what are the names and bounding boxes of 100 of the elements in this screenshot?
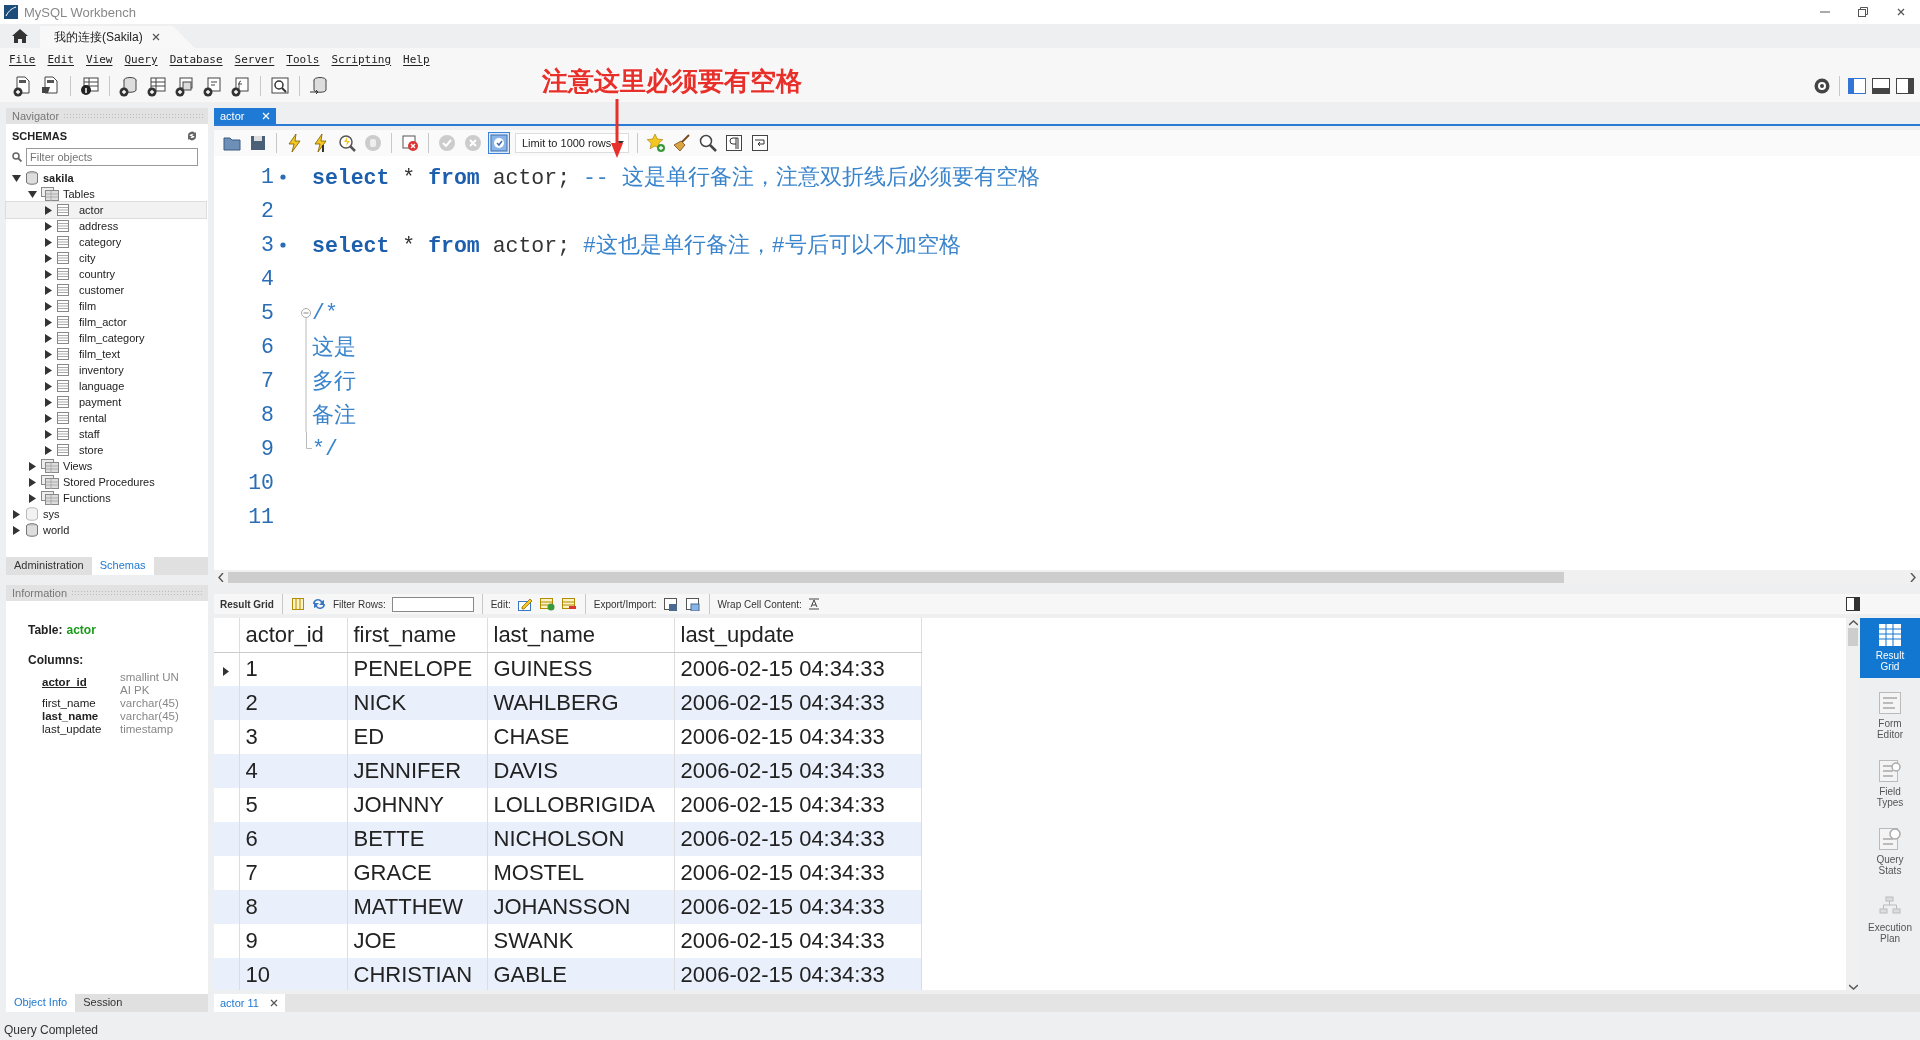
expanded-arrow-icon[interactable] xyxy=(28,189,37,199)
star-plus-icon[interactable] xyxy=(646,132,667,153)
tree-item[interactable]: film_actor xyxy=(6,314,206,330)
scroll-down-icon[interactable] xyxy=(1848,984,1858,991)
panel-toggle-icon[interactable] xyxy=(1846,597,1860,612)
side-panel-item[interactable]: Form Editor xyxy=(1860,686,1920,747)
menu-item[interactable]: Edit xyxy=(42,52,81,66)
scroll-right-icon[interactable] xyxy=(1910,573,1916,583)
collapsed-arrow-icon[interactable] xyxy=(12,509,21,519)
home-icon[interactable] xyxy=(11,28,29,44)
function-plus-icon[interactable] xyxy=(230,75,252,97)
tree-item[interactable]: store xyxy=(6,442,206,458)
collapsed-arrow-icon[interactable] xyxy=(44,221,53,231)
side-panel-item[interactable]: Field Types xyxy=(1860,754,1920,815)
row-add-icon[interactable] xyxy=(538,597,555,612)
database-plus-icon[interactable] xyxy=(118,75,140,97)
panel-tab[interactable]: Session xyxy=(75,994,131,1012)
collapsed-arrow-icon[interactable] xyxy=(44,269,53,279)
tree-item[interactable]: sys xyxy=(43,508,60,520)
row-delete-icon[interactable] xyxy=(560,597,577,612)
tree-item[interactable]: payment xyxy=(6,394,206,410)
collapsed-arrow-icon[interactable] xyxy=(44,301,53,311)
column-header[interactable]: last_name xyxy=(487,618,674,653)
check-icon[interactable] xyxy=(437,132,457,153)
edit-pencil-icon[interactable] xyxy=(516,597,533,612)
tree-item[interactable]: country xyxy=(6,266,206,282)
tree-item[interactable]: inventory xyxy=(6,362,206,378)
broom-icon[interactable] xyxy=(672,132,693,153)
table-search-icon[interactable] xyxy=(269,75,291,97)
expanded-arrow-icon[interactable] xyxy=(12,173,21,183)
column-header[interactable]: last_update xyxy=(674,618,921,653)
tree-item[interactable]: city xyxy=(6,250,206,266)
import-icon[interactable] xyxy=(684,597,701,612)
scrollbar-thumb[interactable] xyxy=(1848,628,1858,647)
collapsed-arrow-icon[interactable] xyxy=(44,253,53,263)
view-plus-icon[interactable] xyxy=(174,75,196,97)
tree-item[interactable]: Stored Procedures xyxy=(63,476,155,488)
scroll-up-icon[interactable] xyxy=(1848,620,1858,627)
panel-tab[interactable]: Object Info xyxy=(6,994,76,1012)
column-header[interactable]: actor_id xyxy=(239,618,347,653)
procedure-plus-icon[interactable] xyxy=(202,75,224,97)
tree-item[interactable]: customer xyxy=(6,282,206,298)
panel-tab[interactable]: Administration xyxy=(6,557,92,575)
menu-item[interactable]: Tools xyxy=(281,52,327,66)
grid-columns-icon[interactable] xyxy=(290,597,305,612)
collapsed-arrow-icon[interactable] xyxy=(12,525,21,535)
collapsed-arrow-icon[interactable] xyxy=(44,397,53,407)
search-icon[interactable] xyxy=(698,132,719,153)
side-panel-item[interactable]: Execution Plan xyxy=(1860,890,1920,951)
collapsed-arrow-icon[interactable] xyxy=(28,461,37,471)
menu-item[interactable]: Query xyxy=(119,52,165,66)
collapsed-arrow-icon[interactable] xyxy=(44,317,53,327)
tree-item[interactable]: actor xyxy=(6,202,206,218)
tab-close-icon[interactable] xyxy=(262,112,271,120)
filter-rows-field[interactable] xyxy=(391,596,474,612)
collapsed-arrow-icon[interactable] xyxy=(28,493,37,503)
filter-field[interactable]: Filter objects xyxy=(26,148,198,166)
menu-item[interactable]: File xyxy=(4,52,43,66)
lightning-magnifier-icon[interactable] xyxy=(337,132,357,153)
menu-item[interactable]: Help xyxy=(398,52,437,66)
tree-item[interactable]: world xyxy=(43,524,70,536)
menu-item[interactable]: View xyxy=(81,52,120,66)
tree-item[interactable]: film xyxy=(6,298,206,314)
tree-item[interactable]: address xyxy=(6,218,206,234)
tree-item[interactable]: staff xyxy=(6,426,206,442)
paragraph-icon[interactable] xyxy=(724,132,745,153)
bottom-panel-toggle-icon[interactable] xyxy=(1872,78,1890,94)
tree-item[interactable]: Views xyxy=(63,460,93,472)
tree-item[interactable]: category xyxy=(6,234,206,250)
collapsed-arrow-icon[interactable] xyxy=(44,413,53,423)
tree-item[interactable]: language xyxy=(6,378,206,394)
export-icon[interactable] xyxy=(662,597,679,612)
collapsed-arrow-icon[interactable] xyxy=(44,365,53,375)
tab-close-icon[interactable] xyxy=(150,32,161,42)
connection-tab[interactable]: 我的连接(Sakila) xyxy=(40,26,195,48)
result-tab[interactable]: actor 11 xyxy=(214,994,285,1012)
wrap-icon[interactable] xyxy=(750,132,771,153)
tree-item[interactable]: Functions xyxy=(63,492,111,504)
wrap-cell-icon[interactable] xyxy=(807,598,820,611)
tree-item[interactable]: film_text xyxy=(6,346,206,362)
menu-item[interactable]: Server xyxy=(229,52,282,66)
tree-item[interactable]: rental xyxy=(6,410,206,426)
code-editor[interactable]: 1 select * from actor; -- 这是单行备注，注意双折线后必须要有空格 2 3 select * from actor; #这也是单行备注，#号后可以不加空格 4 5 /* 6 这是 7 多行 8 备注 9 */ 10 11 xyxy=(214,155,1920,571)
tab-close-icon[interactable] xyxy=(268,998,279,1009)
tree-item[interactable]: film_category xyxy=(6,330,206,346)
refresh-icon[interactable] xyxy=(310,597,327,612)
collapsed-arrow-icon[interactable] xyxy=(44,333,53,343)
side-panel-item[interactable]: Query Stats xyxy=(1860,822,1920,883)
collapsed-arrow-icon[interactable] xyxy=(44,349,53,359)
limit-dropdown[interactable]: Limit to 1000 rows xyxy=(515,132,630,153)
tree-item[interactable]: sakila xyxy=(43,172,74,184)
settings-icon[interactable] xyxy=(1813,77,1831,95)
side-panel-item[interactable]: Result Grid xyxy=(1860,618,1920,679)
editor-tab[interactable]: actor xyxy=(214,108,277,124)
scrollbar-thumb[interactable] xyxy=(228,572,1564,584)
collapsed-arrow-icon[interactable] xyxy=(28,477,37,487)
collapsed-arrow-icon[interactable] xyxy=(44,445,53,455)
info-icon[interactable] xyxy=(79,75,101,97)
database-arrow-icon[interactable] xyxy=(308,75,330,97)
column-header[interactable]: first_name xyxy=(347,618,487,653)
